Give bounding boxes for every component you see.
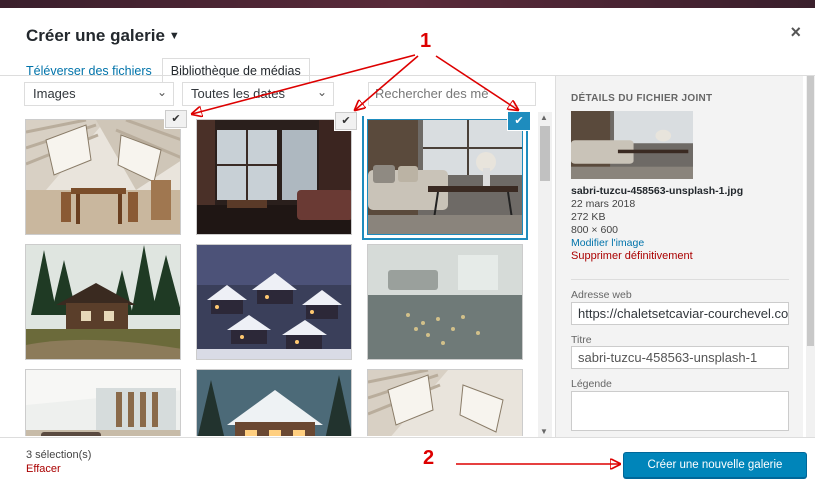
url-label: Adresse web	[571, 289, 632, 301]
attachment-details-panel: DÉTAILS DU FICHIER JOINT sabri-tuzcu-458…	[555, 76, 803, 437]
scrollbar-thumb[interactable]	[540, 126, 550, 181]
media-item-forest-cabin[interactable]	[25, 244, 181, 360]
title-field[interactable]: sabri-tuzcu-458563-unsplash-1	[571, 346, 789, 369]
details-dimensions: 800 × 600	[571, 224, 619, 236]
checkmark-icon[interactable]: ✔	[508, 112, 530, 130]
delete-permanently-link[interactable]: Supprimer définitivement	[571, 250, 743, 263]
media-item-snow-village[interactable]	[196, 244, 352, 360]
tab-bar: Téléverser des fichiers Bibliothèque de …	[20, 58, 310, 83]
edit-image-link[interactable]: Modifier l'image	[571, 237, 743, 250]
modal-title-text: Créer une galerie	[26, 26, 165, 45]
media-type-select[interactable]: Images ⌄	[24, 82, 174, 106]
media-item-snow-chalet[interactable]	[196, 369, 352, 436]
media-search-input[interactable]: Rechercher des mé	[368, 82, 536, 106]
media-item-attic-dining[interactable]	[25, 119, 181, 235]
media-grid	[22, 116, 534, 436]
modal-footer: 3 sélection(s) Effacer Créer une nouvell…	[0, 437, 815, 481]
details-thumbnail	[571, 111, 693, 179]
caption-label: Légende	[571, 378, 612, 390]
selection-count: 3 sélection(s)	[26, 449, 92, 461]
details-info: sabri-tuzcu-458563-unsplash-1.jpg 22 mar…	[571, 185, 743, 263]
modal-title[interactable]: Créer une galerie ▼	[26, 26, 180, 46]
details-divider	[571, 279, 789, 280]
media-item-bright-living[interactable]	[25, 369, 181, 436]
url-field[interactable]: https://chaletsetcaviar-courchevel.com	[571, 302, 789, 325]
date-filter-select[interactable]: Toutes les dates ⌄	[182, 82, 334, 106]
clear-selection-link[interactable]: Effacer	[26, 463, 61, 475]
close-icon[interactable]: ×	[790, 22, 801, 43]
grid-scrollbar[interactable]: ▲ ▼	[538, 112, 552, 437]
details-heading: DÉTAILS DU FICHIER JOINT	[571, 93, 713, 104]
checkmark-icon[interactable]: ✔	[335, 112, 357, 130]
chevron-down-icon: ⌄	[156, 85, 167, 99]
scroll-up-icon[interactable]: ▲	[540, 113, 548, 122]
tab-upload[interactable]: Téléverser des fichiers	[20, 58, 158, 83]
date-filter-value: Toutes les dates	[191, 86, 285, 101]
details-filesize: 272 KB	[571, 211, 606, 223]
details-filename: sabri-tuzcu-458563-unsplash-1.jpg	[571, 185, 744, 197]
annotation-label-2: 2	[423, 447, 435, 469]
media-item-dark-living[interactable]	[196, 119, 352, 235]
panel-scrollbar[interactable]	[806, 76, 815, 437]
details-date: 22 mars 2018	[571, 198, 636, 210]
search-placeholder: Rechercher des mé	[375, 86, 489, 101]
tab-media-library[interactable]: Bibliothèque de médias	[161, 58, 310, 83]
media-item-flooded-room[interactable]	[367, 244, 523, 360]
chevron-down-icon: ⌄	[316, 85, 327, 99]
annotation-label-1: 1	[420, 30, 432, 52]
scrollbar-thumb[interactable]	[807, 76, 814, 346]
caption-field[interactable]	[571, 391, 789, 431]
scroll-down-icon[interactable]: ▼	[540, 427, 548, 436]
checkmark-icon[interactable]: ✔	[165, 110, 187, 128]
media-item-attic-dining-2[interactable]	[367, 369, 523, 436]
window-top-strip	[0, 0, 815, 8]
media-type-value: Images	[33, 86, 76, 101]
caret-down-icon[interactable]: ▼	[169, 30, 180, 42]
title-label: Titre	[571, 334, 592, 346]
create-gallery-button[interactable]: Créer une nouvelle galerie	[623, 452, 807, 478]
media-item-sofa-table[interactable]	[367, 119, 523, 235]
